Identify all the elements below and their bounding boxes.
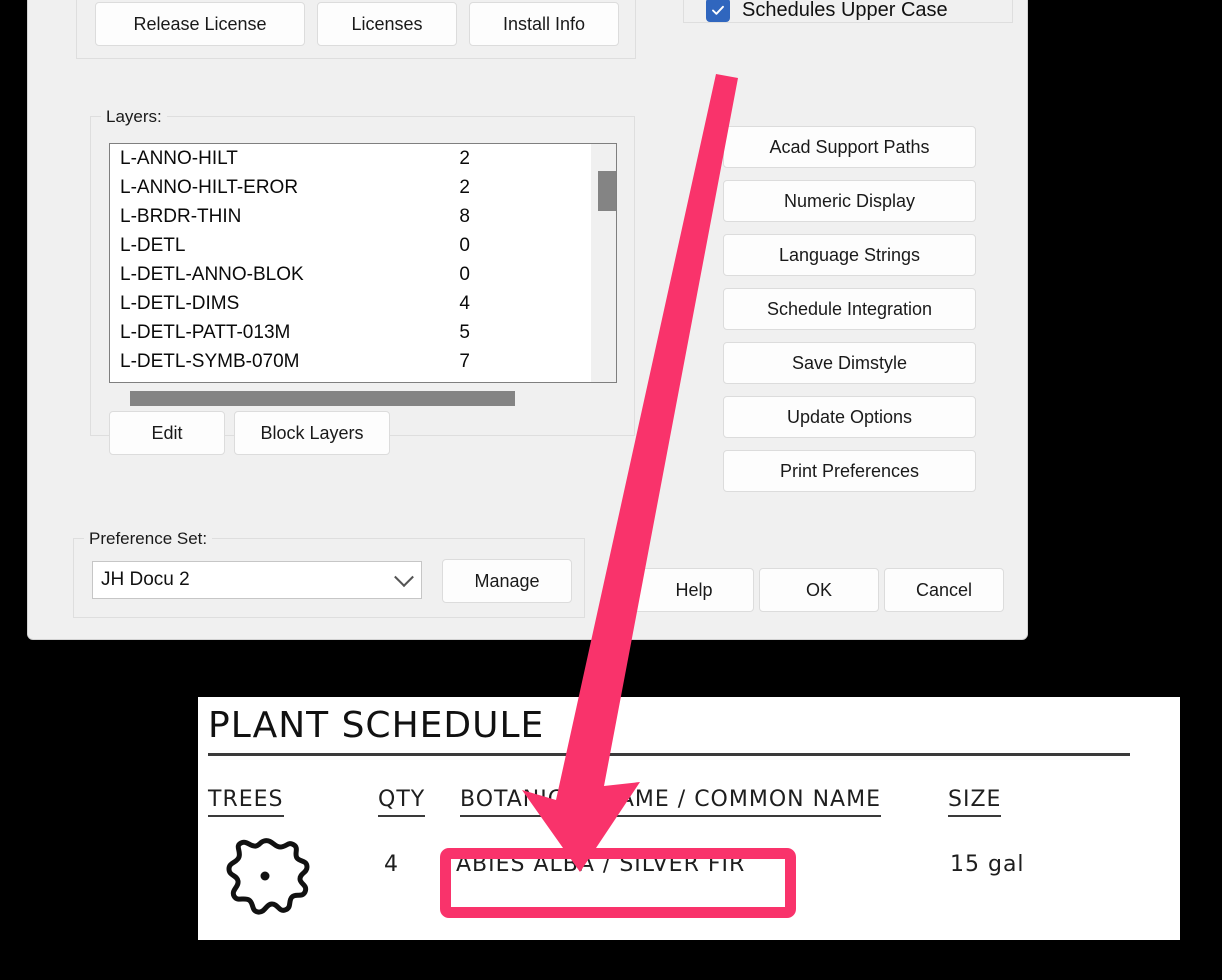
layer-count: 8: [459, 205, 470, 227]
table-row[interactable]: L-DETL-DIMS 4: [110, 289, 592, 318]
layers-group: Layers: L-ANNO-HILT 2 L-ANNO-HILT-EROR 2…: [90, 107, 635, 455]
language-strings-button[interactable]: Language Strings: [723, 234, 976, 276]
help-button[interactable]: Help: [634, 568, 754, 612]
layer-name: L-DETL-SYMB-070M: [120, 350, 300, 372]
block-layers-button[interactable]: Block Layers: [234, 411, 390, 455]
layer-count: 0: [459, 234, 470, 256]
checkbox-checked-icon[interactable]: [706, 0, 730, 22]
licenses-button[interactable]: Licenses: [317, 2, 457, 46]
tree-symbol-icon: [226, 838, 310, 915]
scrollbar-thumb-horizontal[interactable]: [130, 391, 515, 406]
layers-group-legend: Layers:: [101, 107, 167, 127]
plant-schedule-title: PLANT SCHEDULE: [208, 705, 545, 746]
schedules-upper-case-row[interactable]: Schedules Upper Case: [706, 0, 948, 22]
schedules-upper-case-label: Schedules Upper Case: [742, 0, 948, 21]
save-dimstyle-button[interactable]: Save Dimstyle: [723, 342, 976, 384]
layer-count: 2: [459, 176, 470, 198]
layer-name: L-DETL-DIMS: [120, 292, 240, 314]
preference-set-group: Preference Set: JH Docu 2 Manage: [73, 529, 585, 618]
scrollbar-thumb-vertical[interactable]: [598, 171, 616, 211]
schedules-options-group: Edit Schedules Upper Case: [683, 0, 1013, 23]
column-header-trees: TREES: [208, 787, 284, 817]
install-info-button[interactable]: Install Info: [469, 2, 619, 46]
update-options-button[interactable]: Update Options: [723, 396, 976, 438]
layer-count: 0: [459, 263, 470, 285]
schedule-integration-button[interactable]: Schedule Integration: [723, 288, 976, 330]
table-row[interactable]: L-DETL-SYMB-HIDD 3: [110, 376, 592, 383]
layer-name: L-DETL: [120, 234, 186, 256]
layers-list-rows: L-ANNO-HILT 2 L-ANNO-HILT-EROR 2 L-BRDR-…: [110, 144, 592, 383]
table-row[interactable]: L-DETL-PATT-013M 5: [110, 318, 592, 347]
column-header-size: SIZE: [948, 787, 1002, 817]
column-header-qty: QTY: [378, 787, 426, 817]
preferences-dialog: Release License Licenses Install Info La…: [27, 0, 1028, 640]
title-underline: [208, 753, 1130, 756]
table-row[interactable]: L-ANNO-HILT 2: [110, 144, 592, 173]
row-size: 15 gal: [950, 852, 1025, 877]
layers-list[interactable]: L-ANNO-HILT 2 L-ANNO-HILT-EROR 2 L-BRDR-…: [109, 143, 617, 383]
release-license-button[interactable]: Release License: [95, 2, 305, 46]
numeric-display-button[interactable]: Numeric Display: [723, 180, 976, 222]
row-botanical-common-name: ABIES ALBA / SILVER FIR: [456, 852, 746, 877]
layer-name: L-DETL-ANNO-BLOK: [120, 263, 304, 285]
table-row[interactable]: L-DETL-ANNO-BLOK 0: [110, 260, 592, 289]
layers-list-vertical-scrollbar[interactable]: [591, 144, 616, 382]
layer-name: L-DETL-PATT-013M: [120, 321, 291, 343]
row-qty: 4: [384, 852, 399, 877]
layer-name: L-ANNO-HILT-EROR: [120, 176, 299, 198]
manage-button[interactable]: Manage: [442, 559, 572, 603]
print-preferences-button[interactable]: Print Preferences: [723, 450, 976, 492]
license-group: Release License Licenses Install Info: [76, 0, 636, 59]
layer-count: 7: [459, 350, 470, 372]
acad-support-paths-button[interactable]: Acad Support Paths: [723, 126, 976, 168]
plant-schedule-drawing: PLANT SCHEDULE TREES QTY BOTANICAL NAME …: [198, 697, 1180, 940]
table-row[interactable]: L-DETL 0: [110, 231, 592, 260]
layer-count: 3: [450, 380, 470, 383]
table-row[interactable]: L-BRDR-THIN 8: [110, 202, 592, 231]
chevron-down-icon: [394, 567, 414, 588]
layer-name: L-DETL-SYMB-HIDD: [120, 380, 450, 383]
preference-set-value: JH Docu 2: [101, 569, 190, 590]
preference-set-select[interactable]: JH Docu 2: [92, 561, 422, 599]
column-header-botanical-name: BOTANICAL NAME / COMMON NAME: [460, 787, 881, 817]
layer-name: L-ANNO-HILT: [120, 147, 238, 169]
preference-set-legend: Preference Set:: [84, 529, 213, 549]
layer-name: L-BRDR-THIN: [120, 205, 242, 227]
layer-count: 4: [459, 292, 470, 314]
cancel-button[interactable]: Cancel: [884, 568, 1004, 612]
edit-layer-button[interactable]: Edit: [109, 411, 225, 455]
layer-count: 5: [459, 321, 470, 343]
screenshot-root: Release License Licenses Install Info La…: [0, 0, 1222, 980]
layer-count: 2: [459, 147, 470, 169]
ok-button[interactable]: OK: [759, 568, 879, 612]
table-row[interactable]: L-DETL-SYMB-070M 7: [110, 347, 592, 376]
table-row[interactable]: L-ANNO-HILT-EROR 2: [110, 173, 592, 202]
